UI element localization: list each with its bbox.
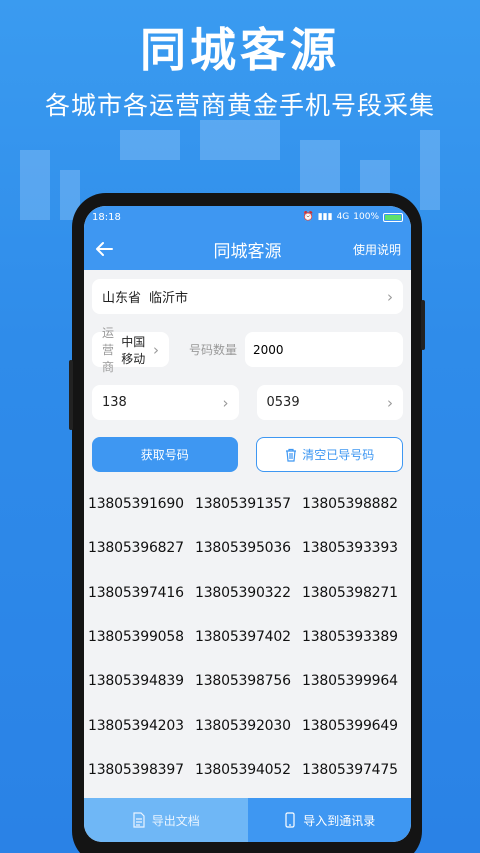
phone-number: 13805394839 bbox=[88, 673, 184, 690]
action-buttons: 获取号码 清空已导号码 bbox=[92, 437, 403, 472]
bottom-action-bar: 导出文档 导入到通讯录 bbox=[84, 798, 411, 842]
chevron-right-icon: › bbox=[387, 287, 393, 306]
trash-icon bbox=[286, 448, 297, 462]
status-icons: ⏰ ▮▮▮ 4G 100% bbox=[302, 212, 403, 222]
phone-number: 13805391690 bbox=[88, 496, 184, 513]
number-grid: 13805391690 13805391357 13805398882 1380… bbox=[88, 482, 409, 792]
phone-number: 13805395036 bbox=[195, 540, 291, 557]
promo-title: 同城客源 bbox=[140, 23, 340, 77]
form-area: 山东省 临沂市 › 运营商 中国移动 › 号码数量 138 › 0539 › bbox=[84, 270, 411, 792]
clear-exported-label: 清空已导号码 bbox=[302, 448, 375, 462]
count-input[interactable] bbox=[245, 332, 403, 367]
fetch-numbers-button[interactable]: 获取号码 bbox=[92, 437, 238, 472]
location-selector[interactable]: 山东省 临沂市 › bbox=[92, 279, 403, 314]
chevron-right-icon: › bbox=[222, 393, 229, 412]
phone-number: 13805393389 bbox=[302, 629, 398, 646]
phone-number: 13805398756 bbox=[195, 673, 291, 690]
mobile-phone-icon bbox=[285, 812, 295, 828]
prefix-value: 138 bbox=[102, 395, 127, 410]
area-code-value: 0539 bbox=[266, 395, 300, 410]
phone-power-button bbox=[421, 300, 425, 350]
export-doc-label: 导出文档 bbox=[151, 813, 200, 828]
phone-number: 13805394052 bbox=[195, 761, 291, 778]
phone-number: 13805398397 bbox=[88, 761, 184, 778]
status-time: 18:18 bbox=[92, 211, 121, 223]
phone-number: 13805394203 bbox=[88, 717, 184, 734]
carrier-selector[interactable]: 运营商 中国移动 › bbox=[92, 326, 169, 374]
phone-number: 13805390322 bbox=[195, 584, 291, 601]
app-screen: 18:18 ⏰ ▮▮▮ 4G 100% 同城客源 使用说明 山东省 临沂市 › … bbox=[84, 206, 411, 842]
count-label: 号码数量 bbox=[189, 343, 238, 357]
phone-number: 13805397475 bbox=[302, 761, 398, 778]
phone-number: 13805399058 bbox=[88, 629, 184, 646]
alarm-icon: ⏰ bbox=[302, 212, 314, 222]
help-link[interactable]: 使用说明 bbox=[353, 241, 401, 258]
document-icon bbox=[133, 812, 145, 828]
phone-number: 13805397416 bbox=[88, 584, 184, 601]
phone-number: 13805398271 bbox=[302, 584, 398, 601]
province-value: 山东省 bbox=[102, 291, 142, 306]
export-doc-button[interactable]: 导出文档 bbox=[84, 798, 248, 842]
import-contacts-label: 导入到通讯录 bbox=[303, 813, 376, 828]
battery-percent: 100% bbox=[353, 212, 379, 222]
phone-number: 13805399649 bbox=[302, 717, 398, 734]
back-arrow-icon[interactable] bbox=[92, 237, 116, 261]
clear-exported-button[interactable]: 清空已导号码 bbox=[255, 437, 403, 472]
area-code-selector[interactable]: 0539 › bbox=[256, 385, 403, 420]
carrier-label: 运营商 bbox=[102, 326, 115, 374]
phone-number: 13805392030 bbox=[195, 717, 291, 734]
carrier-value: 中国移动 bbox=[121, 334, 146, 366]
phone-number: 13805398882 bbox=[302, 496, 398, 513]
phone-number: 13805399964 bbox=[302, 673, 398, 690]
carrier-count-row: 运营商 中国移动 › 号码数量 bbox=[92, 326, 403, 374]
network-type: 4G bbox=[336, 212, 350, 222]
phone-number: 13805397402 bbox=[195, 629, 291, 646]
battery-icon bbox=[383, 212, 403, 222]
fetch-numbers-label: 获取号码 bbox=[140, 448, 189, 462]
promo-subtitle: 各城市各运营商黄金手机号段采集 bbox=[44, 91, 435, 120]
import-contacts-button[interactable]: 导入到通讯录 bbox=[247, 798, 411, 842]
status-bar: 18:18 ⏰ ▮▮▮ 4G 100% bbox=[84, 206, 411, 228]
phone-side-button bbox=[69, 360, 73, 430]
city-value: 临沂市 bbox=[149, 291, 189, 306]
phone-number: 13805396827 bbox=[88, 540, 184, 557]
app-header: 同城客源 使用说明 bbox=[84, 228, 411, 270]
chevron-right-icon: › bbox=[153, 340, 159, 359]
count-field: 号码数量 bbox=[187, 332, 403, 367]
prefix-area-row: 138 › 0539 › bbox=[92, 385, 403, 420]
phone-number: 13805393393 bbox=[302, 540, 398, 557]
phone-number: 13805391357 bbox=[195, 496, 291, 513]
prefix-selector[interactable]: 138 › bbox=[92, 385, 239, 420]
signal-icon: ▮▮▮ bbox=[317, 212, 333, 222]
chevron-right-icon: › bbox=[387, 393, 393, 412]
